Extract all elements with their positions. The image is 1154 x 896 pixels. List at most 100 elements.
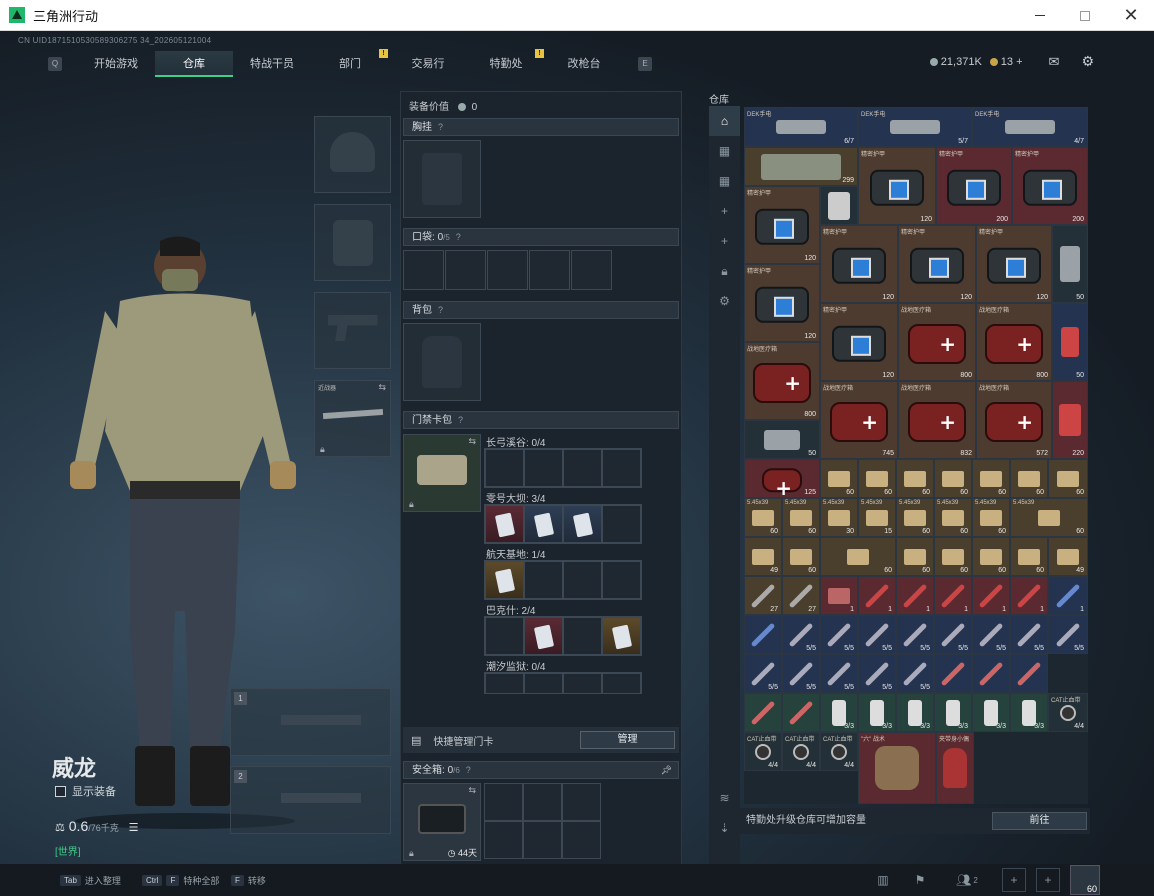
tab-market[interactable]: 交易行 (389, 51, 467, 77)
safe-slot[interactable] (484, 821, 523, 859)
safe-slot[interactable] (562, 821, 601, 859)
grid-item[interactable]: 5.45x39 60 (744, 498, 782, 537)
tab-operators[interactable]: 特战干员 (233, 51, 311, 77)
grid-item[interactable]: 5.45x39 60 (972, 498, 1010, 537)
grid-item[interactable]: 5.45x39 60 (896, 498, 934, 537)
grid-item[interactable]: 50 (744, 420, 820, 459)
grid-item[interactable]: 27 (782, 576, 820, 615)
grid-item[interactable]: 50 (1052, 225, 1088, 303)
grid-item[interactable]: 精密护甲 120 (976, 225, 1052, 303)
grid-item[interactable]: 5/5 (820, 654, 858, 693)
pocket-slot[interactable] (487, 250, 528, 290)
safe-slot[interactable] (484, 783, 523, 821)
grid-item[interactable] (744, 693, 782, 732)
grid-item[interactable]: 60 (820, 537, 896, 576)
warehouse-tab-3[interactable]: ▦ (709, 166, 740, 196)
hint-f[interactable]: F 转移 (231, 874, 266, 887)
grid-item[interactable]: 5.45x39 60 (1010, 498, 1088, 537)
tab-special-ops[interactable]: 特勤处! (467, 49, 545, 77)
grid-item[interactable]: 精密护甲 120 (858, 147, 936, 225)
grid-item[interactable]: 49 (1048, 537, 1088, 576)
warehouse-tab-main[interactable]: ⌂ (709, 106, 740, 136)
grid-item[interactable]: 60 (896, 459, 934, 498)
grid-item[interactable]: 1 (1010, 576, 1048, 615)
grid-item[interactable]: 1 (896, 576, 934, 615)
keycard-slot[interactable] (524, 617, 563, 655)
close-button[interactable]: ✕ (1108, 0, 1154, 31)
keycard-slot[interactable] (602, 449, 641, 487)
grid-item[interactable]: 5/5 (782, 654, 820, 693)
grid-item[interactable]: 5.45x39 60 (934, 498, 972, 537)
chest-rig-slot[interactable] (403, 140, 481, 218)
list-icon[interactable]: ☰ (129, 822, 139, 834)
add-tab-icon[interactable]: + (709, 196, 740, 226)
pocket-slot[interactable] (403, 250, 444, 290)
grid-item[interactable]: DEK手电 5/7 (858, 107, 972, 147)
grid-item[interactable]: 60 (1010, 537, 1048, 576)
lock-icon[interactable]: 🔒︎ (709, 256, 740, 286)
grid-item[interactable]: 战地医疗箱572 (976, 381, 1052, 459)
nav-prev-key[interactable]: Q (48, 57, 62, 71)
grid-item[interactable]: 125 (744, 459, 820, 500)
grid-item[interactable]: 3/3 (820, 693, 858, 732)
tab-gunsmith[interactable]: 改枪台 (545, 51, 623, 77)
keycard-slot[interactable] (563, 673, 602, 693)
friends-icon[interactable]: 👥︎ 2 (950, 868, 984, 892)
grid-item[interactable]: CAT止血带 4/4 (782, 732, 820, 771)
grid-item[interactable]: 战地医疗箱800 (898, 303, 976, 381)
grid-item[interactable]: 5/5 (858, 615, 896, 654)
grid-item[interactable]: 60 (858, 459, 896, 498)
grid-item[interactable]: 5/5 (1010, 615, 1048, 654)
swap-icon[interactable]: ⇆ (468, 785, 476, 796)
keycard-slot[interactable] (524, 673, 563, 693)
keycard-slot[interactable] (524, 505, 563, 543)
grid-item[interactable]: 3/3 (896, 693, 934, 732)
grid-item[interactable]: 299 (744, 147, 858, 186)
grid-item[interactable]: 60 (896, 537, 934, 576)
keycard-slot[interactable] (563, 561, 602, 599)
keycard-slot[interactable] (524, 449, 563, 487)
grid-item[interactable]: 5.45x39 15 (858, 498, 896, 537)
keycard-slot[interactable] (563, 449, 602, 487)
grid-item[interactable]: "六" 战术 (858, 732, 936, 804)
grid-item[interactable]: 5/5 (1048, 615, 1088, 654)
grid-item[interactable] (820, 186, 858, 225)
grid-item[interactable]: 3/3 (858, 693, 896, 732)
team-slot[interactable]: + (1002, 868, 1026, 892)
grid-item[interactable]: 60 (820, 459, 858, 498)
goto-button[interactable]: 前往 (992, 812, 1087, 830)
grid-item[interactable]: 战地医疗箱800 (744, 342, 820, 420)
grid-item[interactable]: 1 (972, 576, 1010, 615)
layers-icon[interactable]: ≋ (709, 783, 740, 813)
grid-item[interactable]: 5/5 (896, 615, 934, 654)
team-slot[interactable]: + (1036, 868, 1060, 892)
backpack-slot[interactable] (403, 323, 481, 401)
stats-icon[interactable]: ▥ (871, 868, 895, 892)
swap-icon[interactable]: ⇆ (468, 436, 476, 447)
armor-slot[interactable] (314, 204, 391, 281)
pin-icon[interactable]: 📌︎ (661, 762, 672, 778)
grid-item[interactable]: CAT止血带 4/4 (744, 732, 782, 771)
grid-item[interactable]: CAT止血带 4/4 (1048, 693, 1088, 732)
keycard-slot[interactable] (563, 505, 602, 543)
mail-icon[interactable]: ✉ (1049, 54, 1060, 70)
pocket-slot[interactable] (529, 250, 570, 290)
grid-item[interactable]: DEK手电 4/7 (972, 107, 1088, 147)
grid-item[interactable]: 5.45x39 60 (782, 498, 820, 537)
grid-item[interactable] (972, 654, 1010, 693)
grid-item[interactable]: 战地医疗箱832 (898, 381, 976, 459)
pocket-slot[interactable] (571, 250, 612, 290)
tab-warehouse[interactable]: 仓库 (155, 51, 233, 77)
grid-item[interactable]: DEK手电 6/7 (744, 107, 858, 147)
grid-item[interactable]: 60 (1048, 459, 1088, 498)
grid-item[interactable]: 1 (1048, 576, 1088, 615)
gold-currency[interactable]: 13 + (989, 56, 1023, 68)
maximize-button[interactable] (1062, 0, 1108, 31)
grid-item[interactable]: 5/5 (820, 615, 858, 654)
grid-item[interactable]: 精密护甲 200 (1012, 147, 1088, 225)
keycard-slot[interactable] (602, 505, 641, 543)
grid-item[interactable]: 60 (972, 537, 1010, 576)
keycard-slot[interactable] (485, 505, 524, 543)
grid-item[interactable] (1010, 654, 1048, 693)
grid-item[interactable]: 精密护甲 120 (744, 186, 820, 264)
